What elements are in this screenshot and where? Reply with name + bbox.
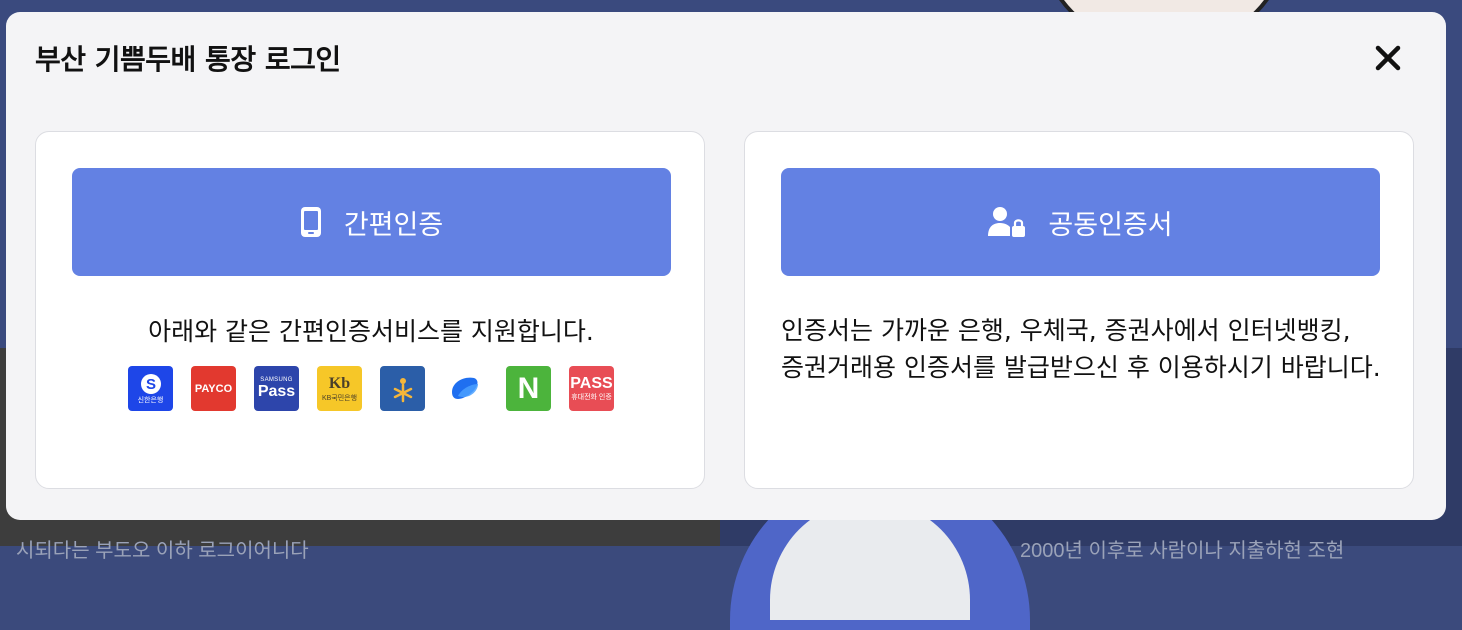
background-text: 시되다는 부도오 이하 로그이어니다	[16, 540, 309, 562]
user-lock-icon	[988, 206, 1026, 238]
svg-text:S: S	[145, 376, 155, 393]
woori-sun-icon	[393, 377, 412, 402]
toss-logo[interactable]	[443, 366, 488, 411]
simple-auth-button[interactable]: 간편인증	[72, 168, 671, 276]
smartphone-icon	[300, 206, 322, 238]
provider-list: S 신한은행 PAYCO SAMSUNG Pass Kb KB국민은행 N PA…	[128, 366, 614, 411]
joint-cert-card: 공동인증서 인증서는 가까운 은행, 우체국, 증권사에서 인터넷뱅킹, 증권거…	[744, 131, 1414, 489]
shinhan-bank-logo[interactable]: S 신한은행	[128, 366, 173, 411]
simple-auth-description: 아래와 같은 간편인증서비스를 지원합니다.	[148, 317, 594, 346]
woori-bank-logo[interactable]	[380, 366, 425, 411]
kb-bank-logo[interactable]: Kb KB국민은행	[317, 366, 362, 411]
login-modal: 부산 기쁨두배 통장 로그인 간편인증 아래와 같은 간편인증서비스를 지원합니…	[6, 12, 1446, 520]
samsung-pass-logo[interactable]: SAMSUNG Pass	[254, 366, 299, 411]
shinhan-s-icon: S	[140, 373, 161, 394]
modal-title: 부산 기쁨두배 통장 로그인	[35, 43, 341, 76]
payco-logo[interactable]: PAYCO	[191, 366, 236, 411]
joint-cert-button[interactable]: 공동인증서	[781, 168, 1380, 276]
toss-icon	[451, 377, 478, 399]
joint-cert-label: 공동인증서	[1048, 209, 1173, 241]
simple-auth-card: 간편인증 아래와 같은 간편인증서비스를 지원합니다. S 신한은행 PAYCO…	[35, 131, 705, 489]
close-icon	[1375, 45, 1401, 71]
naver-logo[interactable]: N	[506, 366, 551, 411]
simple-auth-label: 간편인증	[343, 209, 444, 241]
pass-logo[interactable]: PASS 휴대전화 인증	[569, 366, 614, 411]
background-text: 2000년 이후로 사람이나 지출하현 조현	[1020, 540, 1345, 562]
close-button[interactable]	[1372, 42, 1404, 74]
joint-cert-description: 인증서는 가까운 은행, 우체국, 증권사에서 인터넷뱅킹, 증권거래용 인증서…	[781, 316, 1381, 382]
